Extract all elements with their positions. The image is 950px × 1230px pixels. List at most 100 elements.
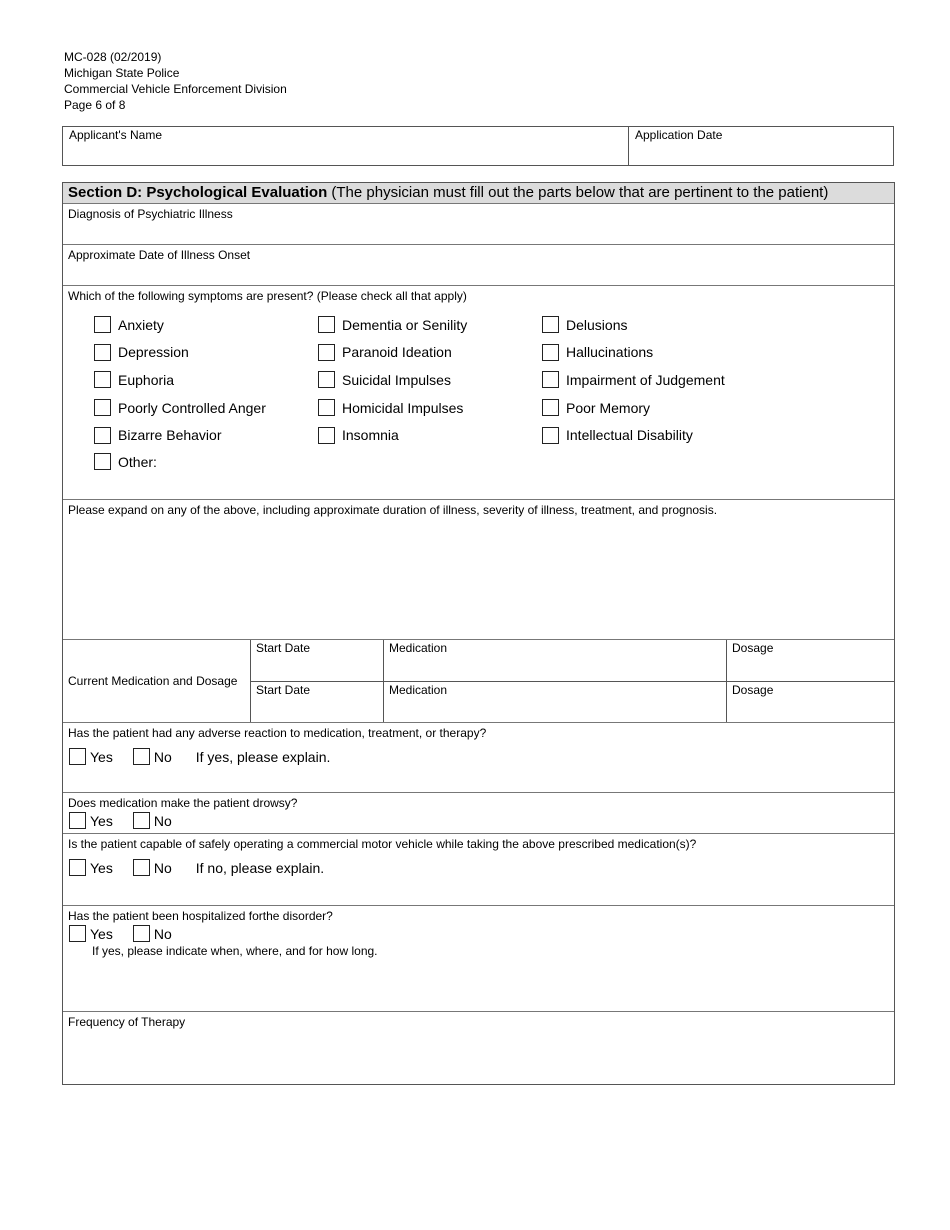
checkbox[interactable] [132,859,150,876]
hospitalized-explain-note: If yes, please indicate when, where, and… [92,944,378,958]
diagnosis-label: Diagnosis of Psychiatric Illness [68,207,233,221]
onset-date-field[interactable]: Approximate Date of Illness Onset [63,245,894,286]
start-date-field[interactable]: Start Date [251,681,384,722]
checkbox[interactable] [94,316,111,334]
expand-details-field[interactable]: Please expand on any of the above, inclu… [63,500,894,640]
checkbox[interactable] [132,748,150,765]
form-header: MC-028 (02/2019) Michigan State Police C… [64,49,287,113]
option-label: Yes [90,859,113,876]
drowsy-yes-option[interactable]: Yes [69,812,113,829]
symptoms-column-3: Delusions Hallucinations Impairment of J… [542,311,725,449]
division-name: Commercial Vehicle Enforcement Division [64,82,287,96]
symptom-euphoria[interactable]: Euphoria [94,366,266,394]
form-number: MC-028 (02/2019) [64,50,162,64]
symptom-depression[interactable]: Depression [94,339,266,367]
drowsy-label: Does medication make the patient drowsy? [68,796,298,810]
symptom-other[interactable]: Other: [94,453,157,470]
symptom-label: Insomnia [342,427,399,444]
checkbox[interactable] [94,343,111,361]
symptom-label: Other: [118,453,157,470]
adverse-no-option[interactable]: No [132,748,172,765]
frequency-of-therapy-field[interactable]: Frequency of Therapy [63,1012,894,1084]
adverse-explain-note: If yes, please explain. [195,748,331,765]
hospitalized-yes-option[interactable]: Yes [69,925,113,942]
checkbox[interactable] [318,371,335,389]
start-date-field[interactable]: Start Date [251,640,384,681]
symptom-hallucinations[interactable]: Hallucinations [542,339,725,367]
option-label: Yes [90,925,113,942]
diagnosis-field[interactable]: Diagnosis of Psychiatric Illness [63,204,894,245]
medication-row: Start Date Medication Dosage [251,640,894,682]
expand-details-label: Please expand on any of the above, inclu… [68,503,718,517]
checkbox[interactable] [318,399,335,417]
checkbox[interactable] [69,859,86,876]
dosage-field[interactable]: Dosage [727,682,894,723]
symptoms-column-2: Dementia or Senility Paranoid Ideation S… [318,311,467,449]
section-header: Section D: Psychological Evaluation (The… [63,183,894,204]
checkbox[interactable] [542,316,559,334]
medication-field[interactable]: Medication [384,640,727,681]
checkbox[interactable] [69,748,86,765]
option-label: No [153,859,172,876]
symptom-label: Homicidal Impulses [342,399,464,416]
symptom-bizarre-behavior[interactable]: Bizarre Behavior [94,421,266,449]
dosage-field[interactable]: Dosage [727,640,894,681]
symptom-delusions[interactable]: Delusions [542,311,725,339]
symptom-suicidal-impulses[interactable]: Suicidal Impulses [318,366,467,394]
application-date-field[interactable]: Application Date [629,127,893,165]
symptom-poorly-controlled-anger[interactable]: Poorly Controlled Anger [94,394,266,422]
drowsy-question: Does medication make the patient drowsy?… [63,793,894,834]
hospitalized-question: Has the patient been hospitalized forthe… [63,906,894,1012]
section-title: Section D: Psychological Evaluation [68,184,328,201]
symptom-impairment-of-judgement[interactable]: Impairment of Judgement [542,366,725,394]
symptom-label: Dementia or Senility [342,316,468,333]
checkbox[interactable] [542,426,559,444]
checkbox[interactable] [94,453,111,470]
checkbox[interactable] [132,812,150,829]
checkbox[interactable] [318,426,335,444]
checkbox[interactable] [542,399,559,417]
checkbox[interactable] [318,316,335,334]
medication-field[interactable]: Medication [384,681,727,722]
checkbox[interactable] [69,925,86,942]
applicant-name-field[interactable]: Applicant's Name [63,127,629,165]
symptom-dementia[interactable]: Dementia or Senility [318,311,467,339]
section-d-form: Section D: Psychological Evaluation (The… [62,182,895,1085]
option-label: No [153,812,172,829]
symptom-poor-memory[interactable]: Poor Memory [542,394,725,422]
applicant-name-label: Applicant's Name [69,128,162,142]
frequency-of-therapy-label: Frequency of Therapy [68,1015,186,1029]
capable-yes-option[interactable]: Yes [69,859,113,876]
checkbox[interactable] [94,371,111,389]
adverse-reaction-question: Has the patient had any adverse reaction… [63,723,894,793]
symptom-label: Suicidal Impulses [342,371,451,388]
checkbox[interactable] [542,343,559,361]
onset-date-label: Approximate Date of Illness Onset [68,248,251,262]
checkbox[interactable] [318,343,335,361]
section-subtitle: (The physician must fill out the parts b… [327,184,829,201]
medication-table: Current Medication and Dosage Start Date… [63,640,894,723]
applicant-info-box: Applicant's Name Application Date [62,126,894,166]
application-date-label: Application Date [635,128,723,142]
capable-explain-note: If no, please explain. [195,859,325,876]
symptoms-section: Which of the following symptoms are pres… [63,286,894,500]
symptom-insomnia[interactable]: Insomnia [318,421,467,449]
symptom-intellectual-disability[interactable]: Intellectual Disability [542,421,725,449]
symptoms-question: Which of the following symptoms are pres… [68,289,467,303]
medication-row: Start Date Medication Dosage [251,681,894,723]
checkbox[interactable] [132,925,150,942]
checkbox[interactable] [94,399,111,417]
capable-no-option[interactable]: No [132,859,172,876]
symptom-label: Poor Memory [566,399,651,416]
symptom-paranoid-ideation[interactable]: Paranoid Ideation [318,339,467,367]
adverse-yes-option[interactable]: Yes [69,748,113,765]
symptom-homicidal-impulses[interactable]: Homicidal Impulses [318,394,467,422]
capable-label: Is the patient capable of safely operati… [68,837,697,851]
checkbox[interactable] [94,426,111,444]
symptoms-column-1: Anxiety Depression Euphoria Poorly Contr… [94,311,266,449]
hospitalized-no-option[interactable]: No [132,925,172,942]
drowsy-no-option[interactable]: No [132,812,172,829]
symptom-anxiety[interactable]: Anxiety [94,311,266,339]
checkbox[interactable] [69,812,86,829]
checkbox[interactable] [542,371,559,389]
